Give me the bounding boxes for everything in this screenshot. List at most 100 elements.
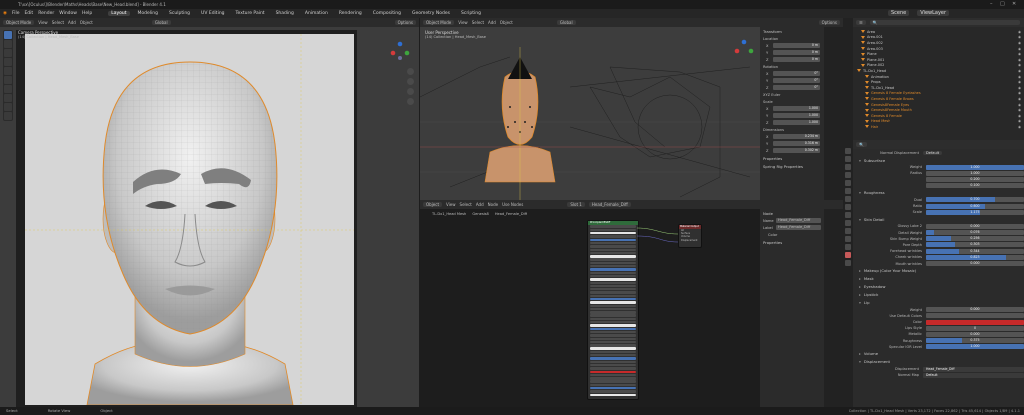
visibility-eye-icon[interactable]: ◉ (1018, 80, 1024, 84)
scale-field[interactable]: 1.000 (773, 106, 820, 111)
workspace-tab-sculpting[interactable]: Sculpting (166, 11, 193, 16)
property-value-field[interactable]: 1.000 (926, 344, 1024, 350)
right-options-button[interactable]: Options (818, 20, 840, 25)
menu-edit[interactable]: Edit (24, 11, 33, 16)
collapsed-section-header[interactable]: ▸ Lipstick (853, 291, 1024, 299)
visibility-eye-icon[interactable]: ◉ (1018, 69, 1024, 73)
property-value-field[interactable]: 0.375 (926, 338, 1024, 344)
property-value-field[interactable]: 0.100 (926, 183, 1024, 189)
menu-help[interactable]: Help (82, 11, 92, 16)
viewlayer-field[interactable]: ViewLayer (917, 10, 950, 16)
property-value-field[interactable]: 1.175 (926, 209, 1024, 215)
cursor-tool-icon[interactable] (4, 40, 12, 48)
property-value-field[interactable]: 0.000 (926, 261, 1024, 267)
pan-hand-icon[interactable] (407, 78, 414, 85)
roughness-header[interactable]: ▾ Roughness (853, 189, 1024, 197)
collapsed-section-header[interactable]: ▸ Mask (853, 275, 1024, 283)
property-value-field[interactable]: 0.076 (926, 230, 1024, 236)
transform-tool-icon[interactable] (4, 76, 12, 84)
extra-tool-icon[interactable] (4, 112, 12, 120)
maximize-icon[interactable]: □ (1000, 1, 1005, 7)
outliner-display-mode-icon[interactable]: ☰ (856, 20, 866, 25)
xyz-euler-dropdown[interactable]: XYZ Euler (760, 91, 824, 98)
lip-header[interactable]: ▾ Lip (853, 299, 1024, 307)
workspace-tab-animation[interactable]: Animation (302, 11, 331, 16)
visibility-eye-icon[interactable]: ◉ (1018, 30, 1024, 34)
object-properties-tab-icon[interactable] (845, 204, 851, 210)
camera-view-icon[interactable] (407, 88, 414, 95)
tool-properties-tab-icon[interactable] (845, 148, 851, 154)
right-view-menu[interactable]: View (458, 20, 468, 25)
visibility-eye-icon[interactable]: ◉ (1018, 125, 1024, 129)
left-mode-dropdown[interactable]: Object Mode (3, 20, 35, 25)
scale-field[interactable]: 1.000 (773, 120, 820, 125)
workspace-tab-scripting[interactable]: Scripting (458, 11, 484, 16)
visibility-eye-icon[interactable]: ◉ (1018, 114, 1024, 118)
visibility-eye-icon[interactable]: ◉ (1018, 103, 1024, 107)
location-field[interactable]: 0 m (773, 57, 820, 62)
node-name-field[interactable]: Head_Female_Diff (776, 218, 821, 223)
visibility-eye-icon[interactable]: ◉ (1018, 47, 1024, 51)
scale-tool-icon[interactable] (4, 67, 12, 75)
displacement-header[interactable]: ▾ Displacement (853, 358, 1024, 366)
transform-header[interactable]: Transform (760, 27, 824, 35)
minimize-icon[interactable]: – (990, 1, 993, 7)
collapsed-section-header[interactable]: ▸ Eyeshadow (853, 283, 1024, 291)
menu-render[interactable]: Render (38, 11, 54, 16)
property-value-field[interactable]: 0.000 (926, 331, 1024, 337)
world-properties-tab-icon[interactable] (845, 188, 851, 194)
property-value-field[interactable]: 0.200 (926, 176, 1024, 182)
property-value-field[interactable]: 0.000 (926, 223, 1024, 229)
collapsed-section-header[interactable]: ▸ Makeup (Color Your Mosaic) (853, 267, 1024, 275)
workspace-tab-rendering[interactable]: Rendering (336, 11, 365, 16)
material-properties-tab-icon[interactable] (845, 252, 851, 258)
workspace-tab-modeling[interactable]: Modeling (135, 11, 161, 16)
n-panel-tabs[interactable] (824, 27, 843, 200)
property-value-field[interactable]: 1.000 (926, 170, 1024, 176)
left-object-menu[interactable]: Object (80, 20, 93, 25)
displacement-dropdown[interactable]: Default (923, 372, 1024, 378)
physics-properties-tab-icon[interactable] (845, 228, 851, 234)
right-orientation-dropdown[interactable]: Global (556, 20, 576, 25)
texture-properties-tab-icon[interactable] (845, 260, 851, 266)
left-add-menu[interactable]: Add (68, 20, 76, 25)
node-tab-header[interactable]: Node (760, 209, 824, 217)
material-slot-dropdown[interactable]: Default (923, 150, 943, 155)
right-object-menu[interactable]: Object (500, 20, 513, 25)
right-add-menu[interactable]: Add (488, 20, 496, 25)
visibility-eye-icon[interactable]: ◉ (1018, 86, 1024, 90)
visibility-eye-icon[interactable]: ◉ (1018, 75, 1024, 79)
props-search-icon[interactable]: 🔍 (856, 142, 867, 147)
property-value-field[interactable] (926, 319, 1024, 325)
property-value-field[interactable]: 0.823 (926, 254, 1024, 260)
workspace-tab-texture-paint[interactable]: Texture Paint (233, 11, 268, 16)
data-properties-tab-icon[interactable] (845, 244, 851, 250)
workspace-tab-layout[interactable]: Layout (108, 11, 130, 16)
visibility-eye-icon[interactable]: ◉ (1018, 52, 1024, 56)
grid-toggle-icon[interactable] (407, 98, 414, 105)
scene-field[interactable]: Scene (888, 10, 910, 16)
dimension-field[interactable]: 0.316 m (773, 141, 820, 146)
visibility-eye-icon[interactable]: ◉ (1018, 41, 1024, 45)
workspace-tab-uv-editing[interactable]: UV Editing (198, 11, 227, 16)
output-properties-tab-icon[interactable] (845, 164, 851, 170)
visibility-eye-icon[interactable]: ◉ (1018, 58, 1024, 62)
spring-rig-header[interactable]: Spring Rig Properties (760, 162, 824, 170)
scene-properties-tab-icon[interactable] (845, 180, 851, 186)
displacement-dropdown[interactable]: Head_Female_Diff (923, 366, 1024, 372)
right-select-menu[interactable]: Select (472, 20, 484, 25)
add-cube-tool-icon[interactable] (4, 103, 12, 111)
rotate-tool-icon[interactable] (4, 58, 12, 66)
modifiers-properties-tab-icon[interactable] (845, 212, 851, 218)
move-tool-icon[interactable] (4, 49, 12, 57)
render-properties-tab-icon[interactable] (845, 156, 851, 162)
volume-header[interactable]: ▸ Volume (853, 350, 1024, 358)
blender-logo-icon[interactable]: ◉ (3, 11, 7, 16)
visibility-eye-icon[interactable]: ◉ (1018, 119, 1024, 123)
property-value-field[interactable]: 1.000 (926, 164, 1024, 170)
visibility-eye-icon[interactable]: ◉ (1018, 108, 1024, 112)
outliner-item[interactable]: Hair ◉ (853, 124, 1024, 130)
node-panel-tabs[interactable] (824, 209, 843, 407)
annotate-tool-icon[interactable] (4, 85, 12, 93)
workspace-tab-geometry-nodes[interactable]: Geometry Nodes (409, 11, 453, 16)
